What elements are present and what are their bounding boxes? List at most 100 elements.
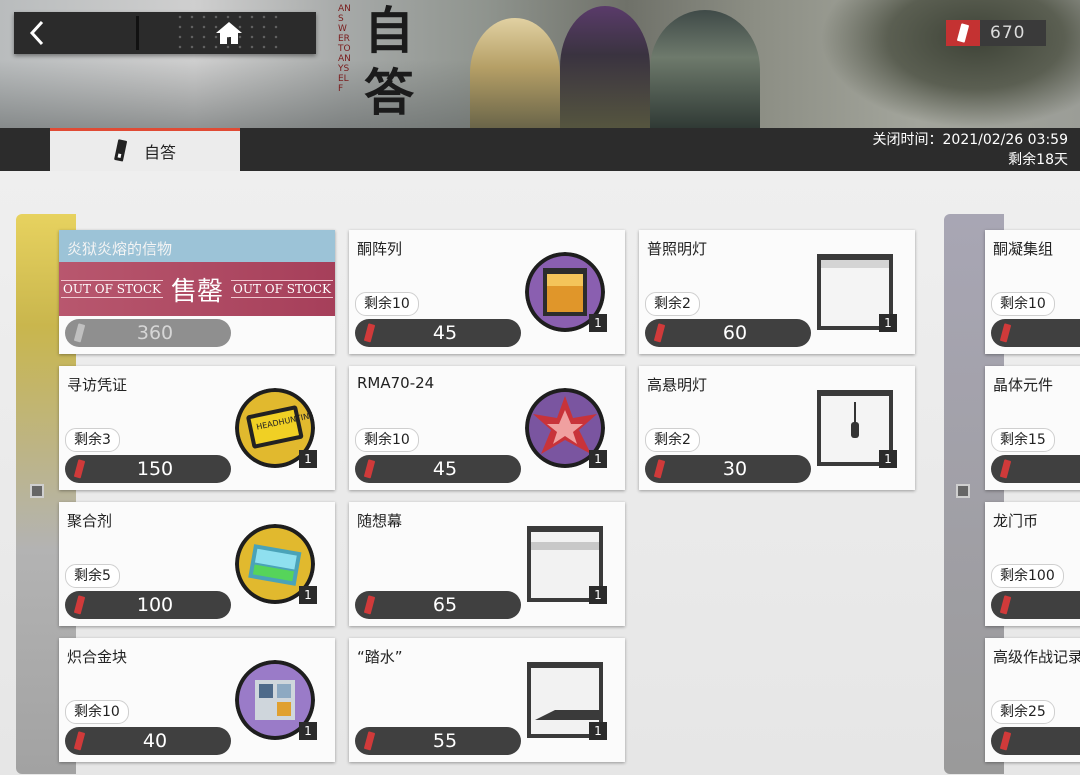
item-quantity: 1: [589, 314, 607, 332]
shop-item[interactable]: 酮阵列 剩余10 45 1: [349, 230, 625, 354]
home-icon: [216, 22, 242, 44]
banner-character-3: [650, 10, 760, 128]
item-stock: 剩余5: [65, 564, 120, 588]
item-name: RMA70-24: [357, 374, 435, 392]
item-quantity: 1: [589, 586, 607, 604]
home-button[interactable]: [174, 12, 284, 54]
item-name: 晶体元件: [993, 376, 1054, 394]
tab-zida[interactable]: 自答: [50, 128, 240, 171]
item-price: 45: [355, 455, 521, 483]
item-quantity: 1: [879, 314, 897, 332]
shop-item[interactable]: 酮凝集组 剩余10 1: [985, 230, 1080, 354]
item-price: 45: [355, 319, 521, 347]
banner-fog: [0, 60, 520, 128]
currency-value: 670: [990, 23, 1026, 43]
banner-character-1: [470, 18, 560, 128]
item-price-value: 1: [991, 319, 1080, 347]
item-price: 40: [65, 727, 231, 755]
shop-item-sold-out[interactable]: 炎狱炎熔的信物 OUT OF STOCK 售罄 OUT OF STOCK 360: [59, 230, 335, 354]
shop-item[interactable]: 晶体元件 剩余15 1: [985, 366, 1080, 490]
out-of-stock-text: OUT OF STOCK: [61, 280, 163, 298]
remaining-days: 剩余18天: [1008, 152, 1068, 168]
item-stock: 剩余10: [355, 292, 419, 316]
item-stock: 剩余15: [991, 428, 1055, 452]
item-price-value: 150: [136, 458, 174, 480]
item-price: 360: [65, 319, 231, 347]
item-name: 高悬明灯: [647, 376, 708, 394]
item-price: 150: [65, 455, 231, 483]
item-price-value: 360: [136, 322, 174, 344]
item-stock: 剩余10: [355, 428, 419, 452]
item-name: 高级作战记录: [993, 648, 1080, 666]
item-price: 65: [355, 591, 521, 619]
item-stock: 剩余100: [991, 564, 1064, 588]
item-stock: 剩余2: [645, 428, 700, 452]
shop-item[interactable]: 龙门币 剩余100: [985, 502, 1080, 626]
item-stock: 剩余3: [65, 428, 120, 452]
currency-display: 670: [946, 20, 1046, 46]
out-of-stock-text: OUT OF STOCK: [231, 280, 333, 298]
item-quantity: 1: [299, 586, 317, 604]
item-price: [991, 591, 1080, 619]
item-price-value: 40: [142, 730, 168, 752]
item-name: “踏水”: [357, 648, 403, 666]
shop-item[interactable]: 随想幕 65 1: [349, 502, 625, 626]
banner-title: 自答: [364, 1, 414, 122]
banner-subtitle: ANSWER TO ANYSELF: [338, 4, 351, 94]
shop-item[interactable]: 高悬明灯 剩余2 30 1: [639, 366, 915, 490]
shop-item[interactable]: 炽合金块 剩余10 40 1: [59, 638, 335, 762]
item-name: 炽合金块: [67, 648, 128, 666]
event-token-icon: [946, 20, 980, 46]
item-quantity: 1: [589, 450, 607, 468]
item-price-value: 1: [991, 455, 1080, 483]
item-name: 酮凝集组: [993, 240, 1054, 258]
shop-item[interactable]: 高级作战记录 剩余25: [985, 638, 1080, 762]
item-price: [991, 727, 1080, 755]
tab-label: 自答: [143, 143, 176, 162]
rail-marker: [956, 484, 970, 498]
item-name: 酮阵列: [357, 240, 403, 258]
close-time-value: 2021/02/26 03:59: [942, 132, 1069, 148]
item-name: 聚合剂: [67, 512, 113, 530]
item-price-value: 45: [432, 322, 458, 344]
phone-token-icon: [114, 139, 127, 162]
item-name: 炎狱炎熔的信物: [67, 240, 173, 258]
item-name: 随想幕: [357, 512, 403, 530]
shop-item[interactable]: 聚合剂 剩余5 100 1: [59, 502, 335, 626]
close-time-label: 关闭时间：: [872, 132, 943, 148]
item-price-value: 45: [432, 458, 458, 480]
item-name: 普照明灯: [647, 240, 708, 258]
nav-box: [14, 12, 316, 54]
shop-item[interactable]: RMA70-24 剩余10 45 1: [349, 366, 625, 490]
item-name: 龙门币: [993, 512, 1039, 530]
item-quantity: 1: [879, 450, 897, 468]
item-price-value: 30: [722, 458, 748, 480]
item-price: 1: [991, 455, 1080, 483]
item-price: 60: [645, 319, 811, 347]
item-price-value: 65: [432, 594, 458, 616]
shop-item[interactable]: “踏水” 55 1: [349, 638, 625, 762]
item-quantity: 1: [589, 722, 607, 740]
item-stock: 剩余2: [645, 292, 700, 316]
item-stock: 剩余10: [65, 700, 129, 724]
nav-divider: [136, 16, 139, 50]
back-button[interactable]: [14, 12, 134, 54]
item-price: 100: [65, 591, 231, 619]
sold-out-text: 售罄: [170, 276, 223, 307]
item-quantity: 1: [299, 450, 317, 468]
item-price: 30: [645, 455, 811, 483]
item-price-value: 60: [722, 322, 748, 344]
token-icon: [1000, 595, 1012, 615]
item-price-value: 55: [432, 730, 458, 752]
token-icon: [1000, 731, 1012, 751]
item-stock: 剩余25: [991, 700, 1055, 724]
shop-item[interactable]: 寻访凭证 剩余3 150 HEADHUNTING 1: [59, 366, 335, 490]
item-name: 寻访凭证: [67, 376, 128, 394]
item-quantity: 1: [299, 722, 317, 740]
shop-item[interactable]: 普照明灯 剩余2 60 1: [639, 230, 915, 354]
close-time-info: 关闭时间：2021/02/26 03:59 剩余18天: [873, 130, 1069, 170]
back-arrow-icon: [29, 20, 44, 46]
rail-marker: [30, 484, 44, 498]
sold-out-banner: OUT OF STOCK 售罄 OUT OF STOCK: [59, 262, 335, 316]
item-price: 55: [355, 727, 521, 755]
